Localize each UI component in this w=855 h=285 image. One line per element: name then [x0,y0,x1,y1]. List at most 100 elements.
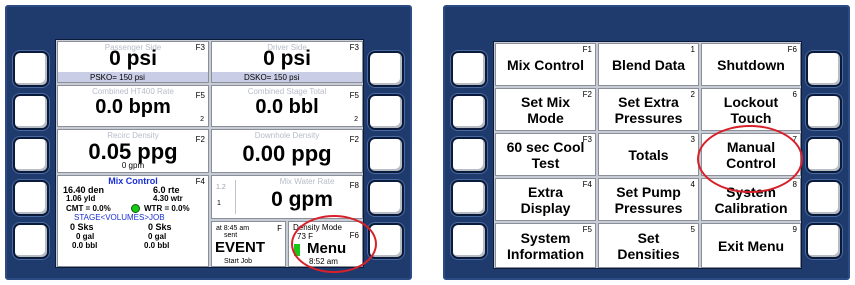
key-number: 6 [792,90,797,99]
event-label: EVENT [215,239,266,256]
shutdown-button[interactable]: F6 Shutdown [701,43,801,86]
combined-stage-value: 0.0 bbl [255,96,319,118]
dsko-value: DSKO= 150 psi [244,73,300,82]
fkey-label: F6 [349,231,359,240]
driver-pressure-value: 0 psi [263,47,311,70]
driver-side-pressure[interactable]: Driver Side F3 0 psi DSKO= 150 psi [211,41,363,83]
menu-label[interactable]: Menu [307,241,346,257]
stage-gal: 0 gal [76,232,95,241]
right-softkey-4[interactable] [806,180,842,216]
job-sks: 0 Sks [148,222,172,232]
left-softkey-1[interactable] [451,51,487,87]
key-number: F4 [582,180,592,189]
green-indicator-icon [131,204,140,213]
fkey-label: F4 [195,177,205,186]
passenger-side-pressure[interactable]: Passenger Side F3 0 psi PSKO= 150 psi [57,41,209,83]
mix-water-value: 0 gpm [271,188,333,211]
key-label: Set Pump Pressures [614,183,683,216]
key-number: F3 [582,135,592,144]
psko-bar: PSKO= 150 psi [58,72,208,82]
right-softkey-1[interactable] [368,51,404,87]
set-mix-mode-button[interactable]: F2 Set Mix Mode [495,88,596,131]
right-softkey-2[interactable] [368,94,404,130]
right-softkey-3[interactable] [368,137,404,173]
left-softkey-1[interactable] [13,51,49,87]
downhole-density-cell[interactable]: Downhole Density F2 0.00 ppg [211,129,363,173]
key-label: Set Densities [617,229,680,262]
passenger-pressure-value: 0 psi [109,47,157,70]
cool-test-button[interactable]: F3 60 sec Cool Test [495,133,596,176]
left-softkey-3[interactable] [13,137,49,173]
left-softkey-5[interactable] [13,223,49,259]
mix-control-cell[interactable]: Mix Control F4 16.40 den 6.0 rte 1.06 yl… [57,175,209,267]
exit-menu-button[interactable]: 9 Exit Menu [701,223,801,268]
blend-data-button[interactable]: 1 Blend Data [598,43,699,86]
key-label: Shutdown [717,56,785,73]
key-label: Extra Display [520,183,571,216]
set-extra-pressures-button[interactable]: 2 Set Extra Pressures [598,88,699,131]
left-softkey-5[interactable] [451,223,487,259]
stage-sks: 0 Sks [70,222,94,232]
extra-display-button[interactable]: F4 Extra Display [495,178,596,221]
key-label: System Information [507,229,584,262]
right-softkey-4[interactable] [368,180,404,216]
key-number: 4 [690,180,695,189]
key-number: 9 [792,225,797,234]
index-b: 1 [217,200,221,207]
mix-density: 16.40 den [63,185,105,195]
mix-rate: 6.0 rte [153,185,180,195]
wtr-percent: WTR = 0.0% [144,204,190,213]
system-information-button[interactable]: F5 System Information [495,223,596,268]
key-label: Blend Data [611,56,686,73]
combined-rate-caption: Combined HT400 Rate [92,87,174,96]
left-softkey-3[interactable] [451,137,487,173]
key-number: 3 [690,135,695,144]
key-number: F2 [582,90,592,99]
key-number: 7 [792,135,797,144]
menu-cell[interactable]: Density Mode 73 F F6 Menu 8:52 am [288,221,363,267]
left-softkey-4[interactable] [451,180,487,216]
right-softkey-5[interactable] [368,223,404,259]
menu-screen: F1 Mix Control 1 Blend Data F6 Shutdown … [493,41,802,269]
key-number: 8 [792,180,797,189]
recirc-density-cell[interactable]: Recirc Density F2 0.05 ppg 0 gpm [57,129,209,173]
key-label: Totals [628,146,669,163]
key-label: System Calibration [714,183,788,216]
green-status-icon [294,244,300,256]
recirc-gpm: 0 gpm [121,161,145,170]
key-label: 60 sec Cool Test [506,138,585,171]
right-softkey-2[interactable] [806,94,842,130]
combined-stage-cell[interactable]: Combined Stage Total F5 0.0 bbl 2 [211,85,363,127]
mix-water-caption: Mix Water Rate [279,177,335,186]
mix-yield: 1.06 yld [66,194,96,203]
key-number: F1 [582,45,592,54]
mix-water-rate-cell[interactable]: Mix Water Rate F8 0 gpm 1.2 1 [211,175,363,219]
mix-water: 4.30 wtr [153,194,183,203]
combined-stage-caption: Combined Stage Total [247,87,327,96]
event-cell[interactable]: at 8:45 am sent F EVENT Start Job [211,221,286,267]
recirc-density-value: 0.05 ppg [88,139,178,164]
stage-badge: 2 [354,116,358,123]
left-softkey-2[interactable] [13,94,49,130]
right-softkey-5[interactable] [806,223,842,259]
combined-rate-cell[interactable]: Combined HT400 Rate F5 0.0 bpm 2 [57,85,209,127]
totals-button[interactable]: 3 Totals [598,133,699,176]
right-softkey-3[interactable] [806,137,842,173]
mix-water-index-box: 1.2 1 [214,180,236,214]
key-number: 2 [690,90,695,99]
left-softkey-2[interactable] [451,94,487,130]
start-job-button[interactable]: Start Job [224,258,252,266]
combined-rate-value: 0.0 bpm [95,96,171,118]
lockout-touch-button[interactable]: 6 Lockout Touch [701,88,801,131]
manual-control-button[interactable]: 7 Manual Control [701,133,801,176]
mix-control-button[interactable]: F1 Mix Control [495,43,596,86]
key-number: 1 [690,45,695,54]
stage-volumes-job: STAGE<VOLUMES>JOB [74,213,165,222]
downhole-density-value: 0.00 ppg [242,141,332,166]
set-densities-button[interactable]: 5 Set Densities [598,223,699,268]
set-pump-pressures-button[interactable]: 4 Set Pump Pressures [598,178,699,221]
right-softkey-1[interactable] [806,51,842,87]
system-calibration-button[interactable]: 8 System Calibration [701,178,801,221]
menu-clock: 8:52 am [309,257,338,266]
left-softkey-4[interactable] [13,180,49,216]
